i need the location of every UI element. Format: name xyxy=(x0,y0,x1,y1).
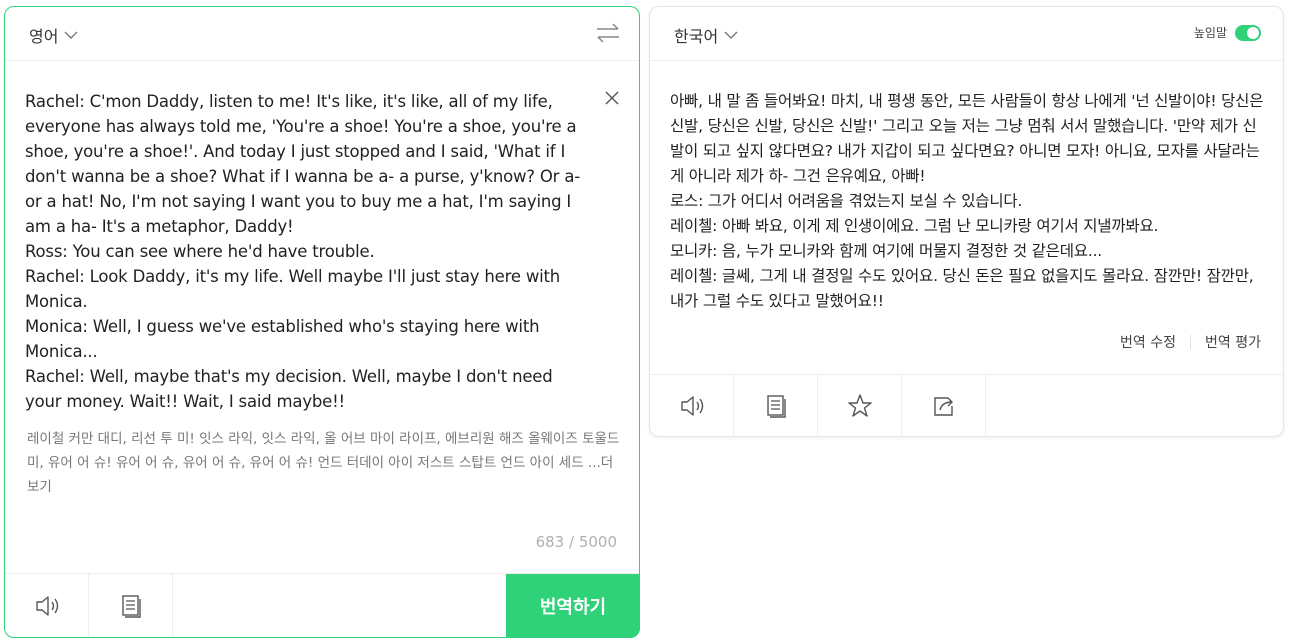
source-copy-button[interactable] xyxy=(89,574,173,637)
target-panel: 한국어 높임말 아빠, 내 말 좀 들어봐요! 마치, 내 평생 동안, 모든 … xyxy=(649,6,1284,437)
pronunciation-body: 레이철 커만 대디, 리선 투 미! 잇스 라익, 잇스 라익, 올 어브 마이… xyxy=(27,431,620,471)
translate-button[interactable]: 번역하기 xyxy=(506,574,640,638)
rate-translation-link[interactable]: 번역 평가 xyxy=(1205,332,1261,352)
source-listen-button[interactable] xyxy=(5,574,89,637)
target-listen-button[interactable] xyxy=(650,375,734,436)
star-icon xyxy=(847,393,872,417)
pronunciation-text: 레이철 커만 대디, 리선 투 미! 잇스 라익, 잇스 라익, 올 어브 마이… xyxy=(27,427,623,499)
divider xyxy=(1190,335,1192,349)
source-text-input[interactable]: Rachel: C'mon Daddy, listen to me! It's … xyxy=(25,89,593,414)
speaker-icon xyxy=(680,395,703,416)
target-language-label: 한국어 xyxy=(674,27,719,46)
honorific-label: 높임말 xyxy=(1193,26,1227,40)
char-count: 683 / 5000 xyxy=(535,533,617,551)
share-icon xyxy=(933,396,953,416)
source-header: 영어 xyxy=(5,7,639,61)
source-footer: 번역하기 xyxy=(5,573,640,638)
toggle-knob xyxy=(1247,26,1259,39)
speaker-icon xyxy=(35,595,58,616)
share-button[interactable] xyxy=(902,375,986,436)
copy-icon xyxy=(766,394,786,418)
source-panel: 영어 Rachel: C'mon Daddy, listen to me! It… xyxy=(4,6,640,638)
swap-icon[interactable] xyxy=(595,22,621,44)
target-copy-button[interactable] xyxy=(734,375,818,436)
chevron-down-icon xyxy=(64,31,78,39)
copy-icon xyxy=(121,594,141,618)
translation-output: 아빠, 내 말 좀 들어봐요! 마치, 내 평생 동안, 모든 사람들이 항상 … xyxy=(670,92,1264,310)
target-footer xyxy=(650,374,1283,436)
source-language-label: 영어 xyxy=(29,27,59,46)
source-language-select[interactable]: 영어 xyxy=(29,23,78,47)
target-language-select[interactable]: 한국어 xyxy=(674,23,738,47)
favorite-button[interactable] xyxy=(818,375,902,436)
honorific-toggle[interactable] xyxy=(1235,24,1261,41)
edit-translation-link[interactable]: 번역 수정 xyxy=(1120,332,1176,352)
target-header: 한국어 높임말 xyxy=(650,7,1283,61)
chevron-down-icon xyxy=(724,31,738,39)
translation-actions: 번역 수정 번역 평가 xyxy=(1120,332,1261,352)
honorific-control: 높임말 xyxy=(1194,24,1261,41)
close-icon[interactable] xyxy=(605,91,619,105)
